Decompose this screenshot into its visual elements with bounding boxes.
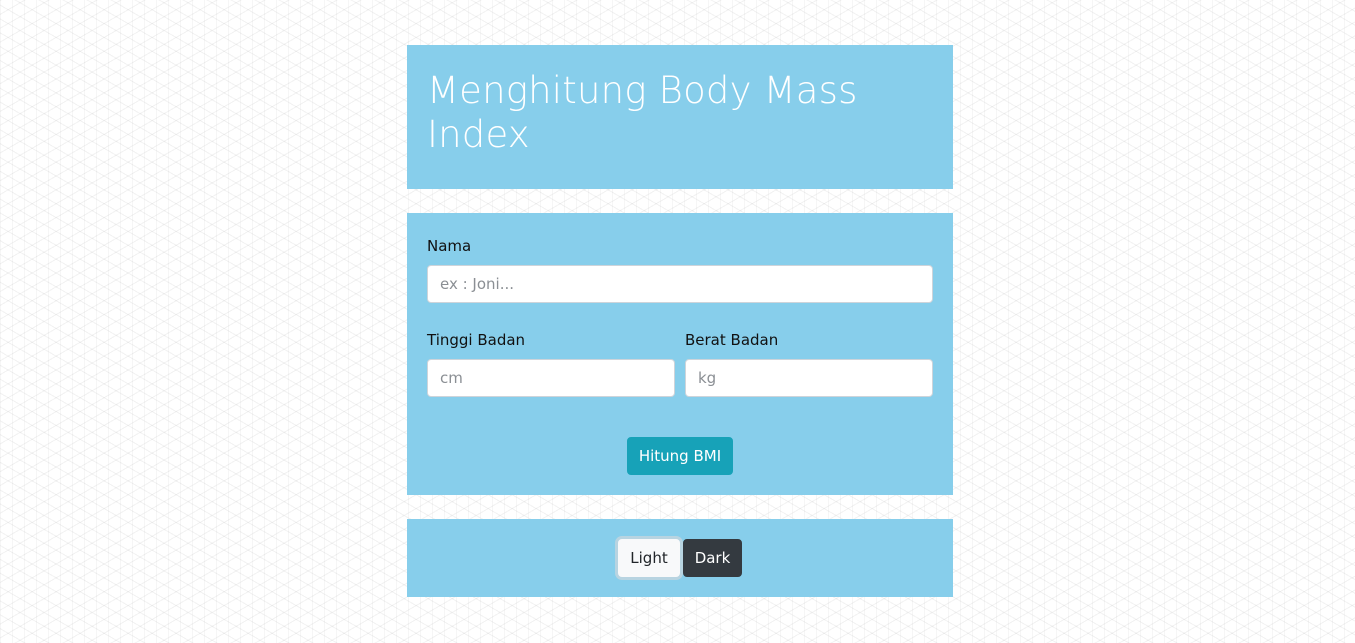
page-title: Menghitung Body Mass Index — [427, 69, 858, 156]
nama-label: Nama — [427, 237, 472, 255]
dark-theme-button[interactable]: Dark — [683, 539, 742, 577]
bmi-form: Nama Tinggi Badan Berat Badan Hitung BMI — [407, 213, 953, 495]
berat-badan-label: Berat Badan — [685, 331, 779, 349]
header-panel: Menghitung Body Mass Index — [407, 45, 953, 189]
berat-badan-input[interactable] — [685, 359, 933, 397]
nama-input[interactable] — [427, 265, 933, 303]
hitung-bmi-button[interactable]: Hitung BMI — [627, 437, 733, 475]
light-theme-button[interactable]: Light — [618, 539, 680, 577]
tinggi-badan-input[interactable] — [427, 359, 675, 397]
theme-switcher: Light Dark — [407, 519, 953, 597]
tinggi-badan-label: Tinggi Badan — [427, 331, 526, 349]
